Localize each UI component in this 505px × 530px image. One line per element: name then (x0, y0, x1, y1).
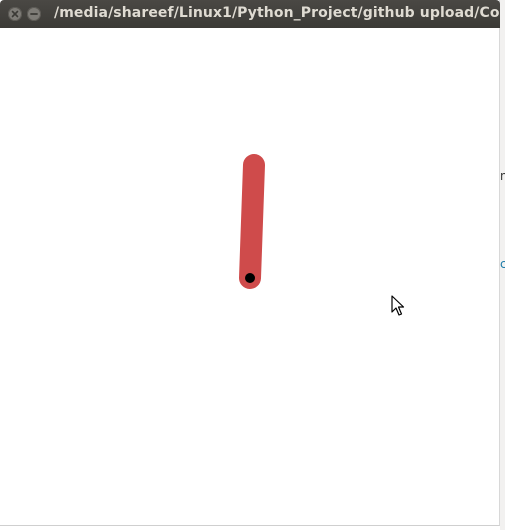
pendulum-canvas[interactable] (0, 28, 499, 525)
background-window-fragment: c (500, 258, 505, 270)
window-title: /media/shareef/Linux1/Python_Project/git… (54, 5, 500, 21)
app-window: /media/shareef/Linux1/Python_Project/git… (0, 0, 500, 526)
arrow-pointer-icon (391, 295, 405, 316)
window-titlebar[interactable]: /media/shareef/Linux1/Python_Project/git… (0, 0, 500, 28)
background-window-fragment: n (500, 170, 505, 182)
desktop-screen: n c /media/shareef/Linux1/Python_Project… (0, 0, 505, 530)
pendulum-rod (239, 154, 265, 289)
close-icon[interactable] (8, 7, 22, 21)
minimize-icon[interactable] (27, 7, 41, 21)
pendulum-pivot (245, 273, 255, 283)
pendulum-scene (239, 154, 265, 289)
